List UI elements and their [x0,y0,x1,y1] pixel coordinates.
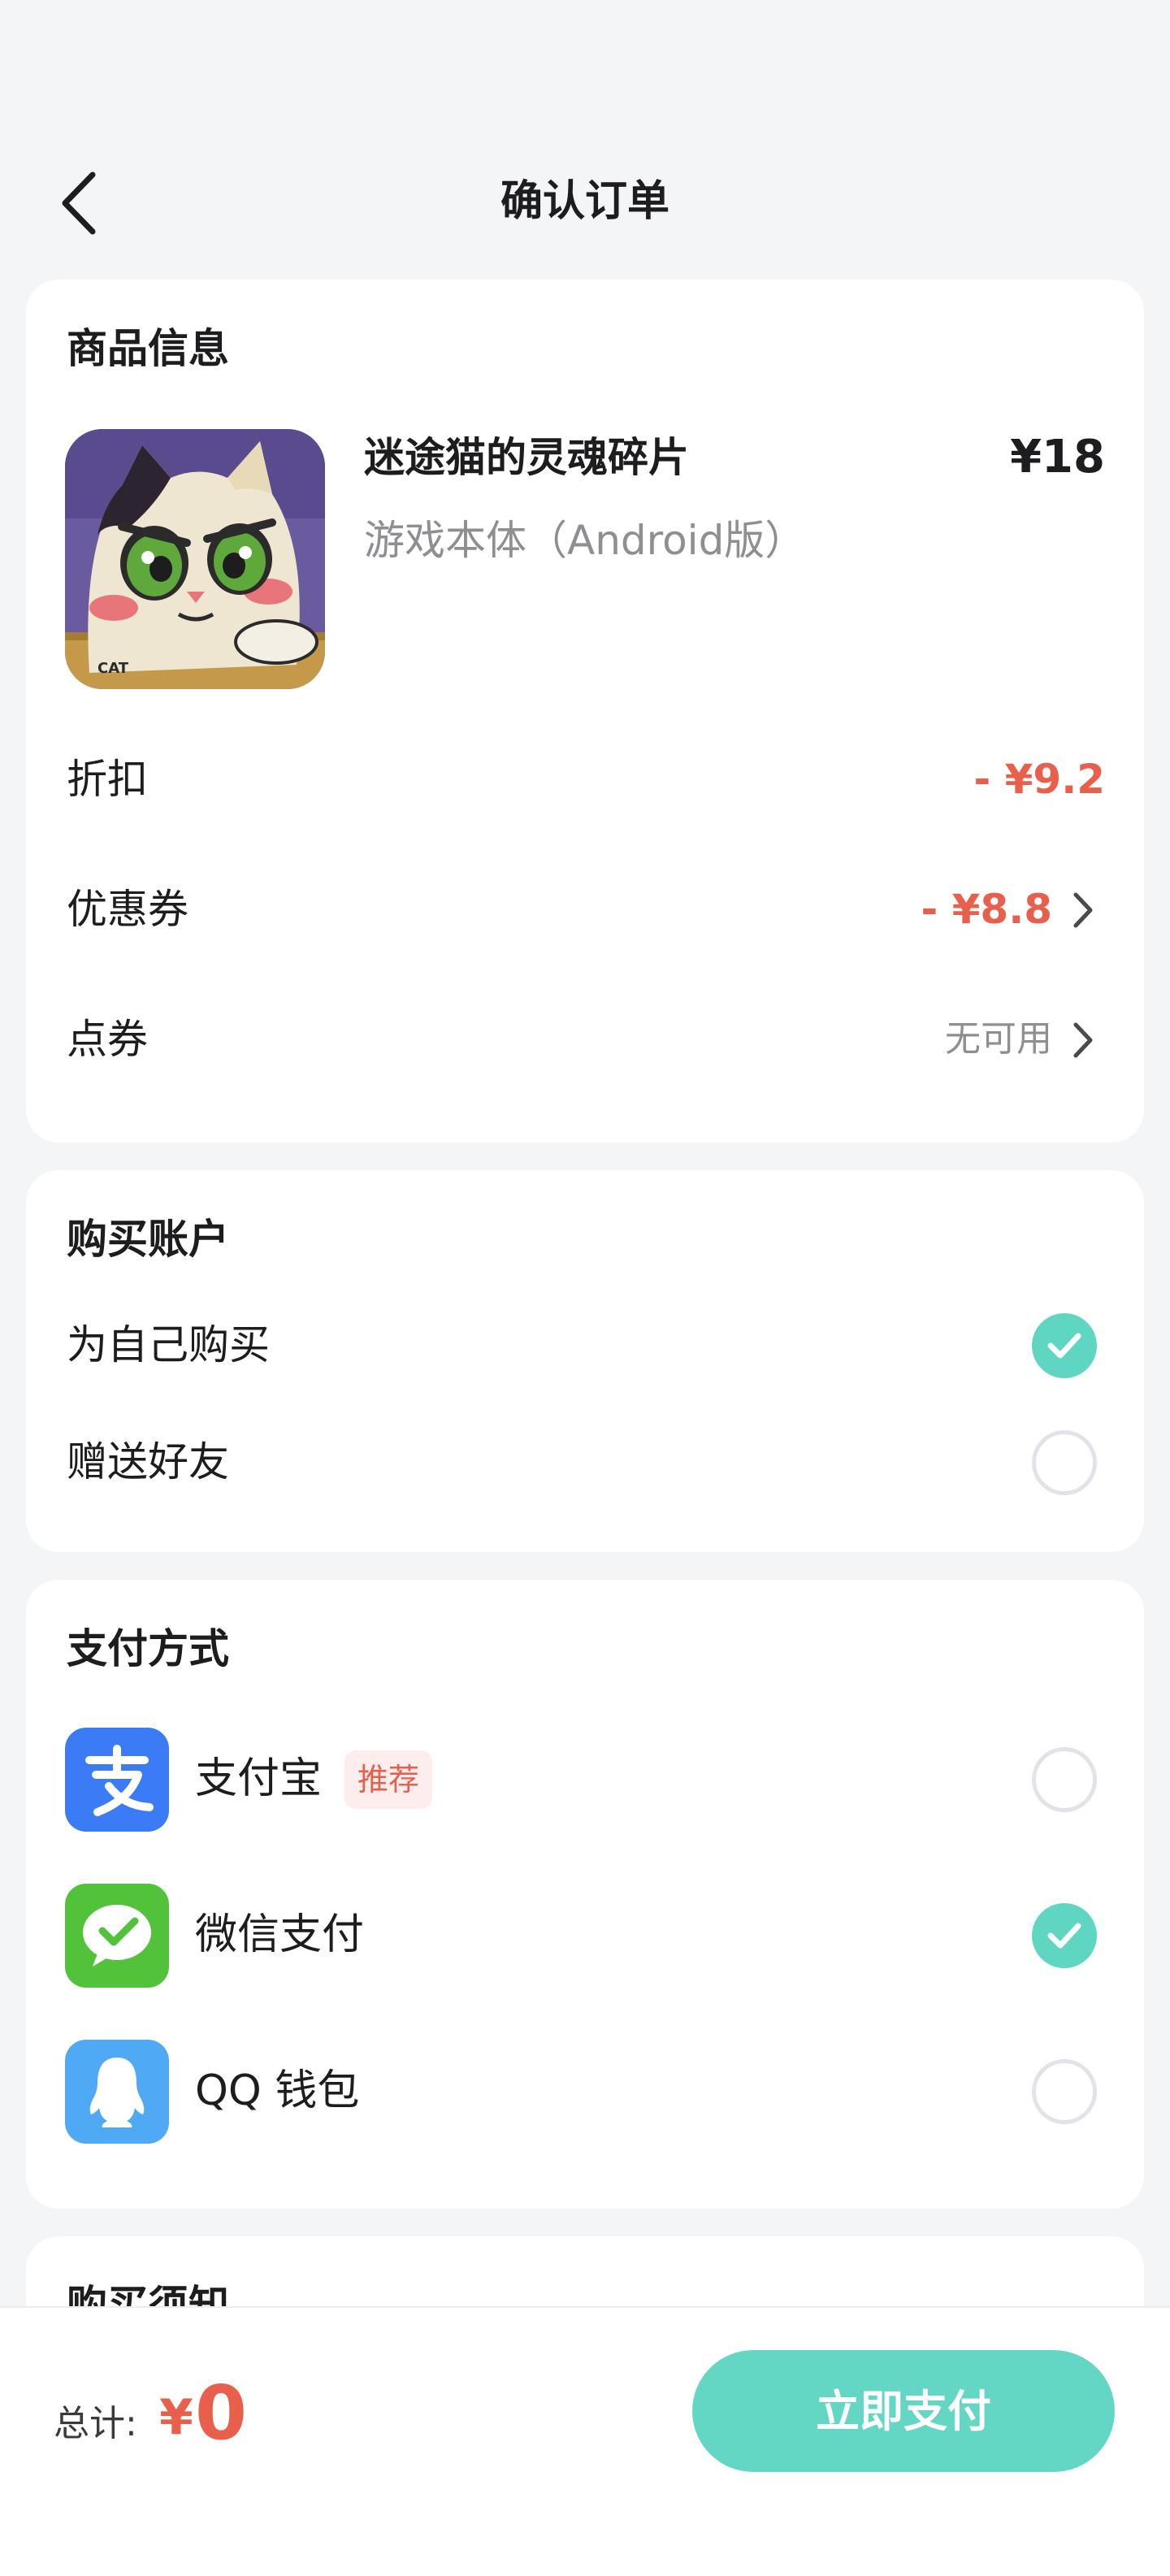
buy-for-self-radio[interactable] [1032,1313,1097,1378]
alipay-icon [65,1728,169,1832]
gift-friend-label: 赠送好友 [67,1438,229,1485]
check-icon [1047,1333,1081,1359]
total-label: 总计: [54,2403,137,2444]
coupon-value: - ¥8.8 [921,886,1052,933]
payment-method-card: 支付方式 [26,1580,1144,2209]
coupon-label: 优惠券 [67,886,188,933]
game-price: ¥18 [1010,431,1105,484]
total-amount: 0 [195,2370,248,2457]
recommended-badge: 推荐 [344,1750,433,1809]
product-section-title: 商品信息 [67,325,229,372]
alipay-radio[interactable] [1032,1747,1097,1812]
wechat-pay-radio[interactable] [1032,1903,1097,1968]
points-coupon-label: 点券 [67,1016,148,1063]
buy-for-self-label: 为自己购买 [67,1321,270,1368]
points-coupon-value: 无可用 [945,1018,1052,1060]
check-icon [1047,1923,1081,1949]
game-cover-image: CAT [65,429,325,689]
qq-wallet-icon [65,2040,169,2144]
cover-cat-text: CAT [98,660,129,677]
alipay-label: 支付宝 [195,1754,323,1803]
qq-wallet-label: QQ 钱包 [195,2066,360,2115]
wechat-pay-icon [65,1884,169,1988]
game-name: 迷途猫的灵魂碎片 [364,434,689,481]
discount-label: 折扣 [67,756,148,803]
wechat-pay-label: 微信支付 [195,1910,365,1959]
game-edition: 游戏本体（Android版） [364,517,806,564]
chevron-right-icon [1073,892,1093,928]
page-title: 确认订单 [500,177,670,226]
chevron-right-icon [1073,1022,1093,1058]
total-currency: ¥ [159,2389,193,2446]
account-section-title: 购买账户 [67,1216,229,1263]
gift-friend-radio[interactable] [1032,1430,1097,1495]
pay-now-button[interactable]: 立即支付 [692,2350,1115,2472]
payment-section-title: 支付方式 [67,1625,229,1672]
qq-wallet-radio[interactable] [1032,2059,1097,2124]
discount-value: - ¥9.2 [973,756,1105,803]
